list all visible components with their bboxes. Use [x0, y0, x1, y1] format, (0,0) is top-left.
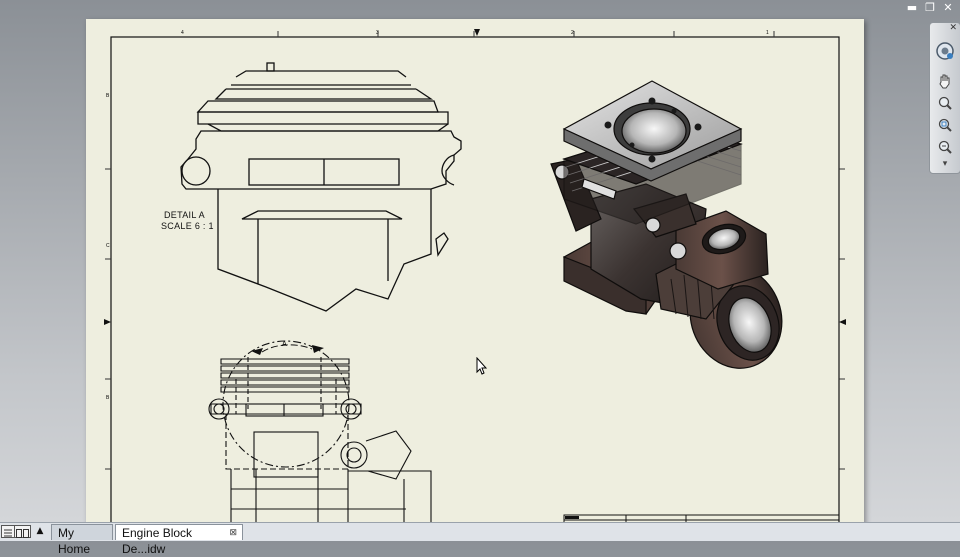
detail-label: DETAIL A	[164, 210, 205, 220]
detail-circle-label: A	[282, 341, 287, 348]
pan-hand-icon[interactable]	[935, 71, 955, 91]
detail-circle-arc	[261, 344, 313, 353]
close-button[interactable]: ✕	[942, 2, 954, 14]
minimize-button[interactable]: ▬	[906, 2, 918, 14]
tab-label: My Home	[58, 526, 91, 556]
detail-circle-arrows	[251, 345, 324, 355]
drawing-canvas: 4 3 2 1 B C B A	[104, 29, 846, 529]
navbar-close-button[interactable]: ✕	[949, 23, 957, 33]
zoom-window-icon[interactable]	[935, 115, 955, 135]
engine-block-3d-view	[550, 80, 783, 369]
tab-engine-block-drawing[interactable]: Engine Block De...idw ⊠	[115, 524, 243, 556]
tile-view-icon[interactable]	[14, 525, 31, 538]
detail-scale-label: SCALE 6 : 1	[161, 221, 214, 231]
zone-label: B	[106, 395, 110, 401]
tab-label: Engine Block De...idw	[122, 526, 193, 556]
list-view-icon[interactable]	[1, 525, 15, 538]
tab-my-home[interactable]: My Home	[51, 524, 113, 556]
zone-label: C	[106, 243, 110, 249]
tab-menu-button[interactable]: ▲	[33, 524, 47, 538]
drawing-sheet[interactable]: 4 3 2 1 B C B A DETAIL A SCALE 6: 1	[86, 19, 864, 529]
zone-label: 4	[181, 30, 184, 36]
zone-label: 2	[571, 30, 574, 36]
window-controls: ▬ ❐ ✕	[906, 2, 954, 14]
orbit-zoom-icon[interactable]	[935, 137, 955, 157]
zone-label: 1	[766, 30, 769, 36]
zone-label: 3	[376, 30, 379, 36]
navbar-expand-button[interactable]: ▾	[930, 159, 960, 169]
document-tab-bar: ▲ My Home Engine Block De...idw ⊠	[0, 522, 960, 556]
zone-label: B	[106, 93, 110, 99]
tab-close-icon[interactable]: ⊠	[229, 524, 237, 540]
steering-wheel-icon[interactable]	[935, 41, 955, 61]
navigation-bar: ✕ ▾	[929, 22, 960, 174]
restore-button[interactable]: ❐	[924, 2, 936, 14]
detail-a-view	[180, 62, 462, 312]
mouse-cursor-icon	[476, 357, 488, 375]
zoom-icon[interactable]	[935, 93, 955, 113]
title-block-label-bar	[565, 516, 579, 519]
front-view	[208, 340, 432, 524]
